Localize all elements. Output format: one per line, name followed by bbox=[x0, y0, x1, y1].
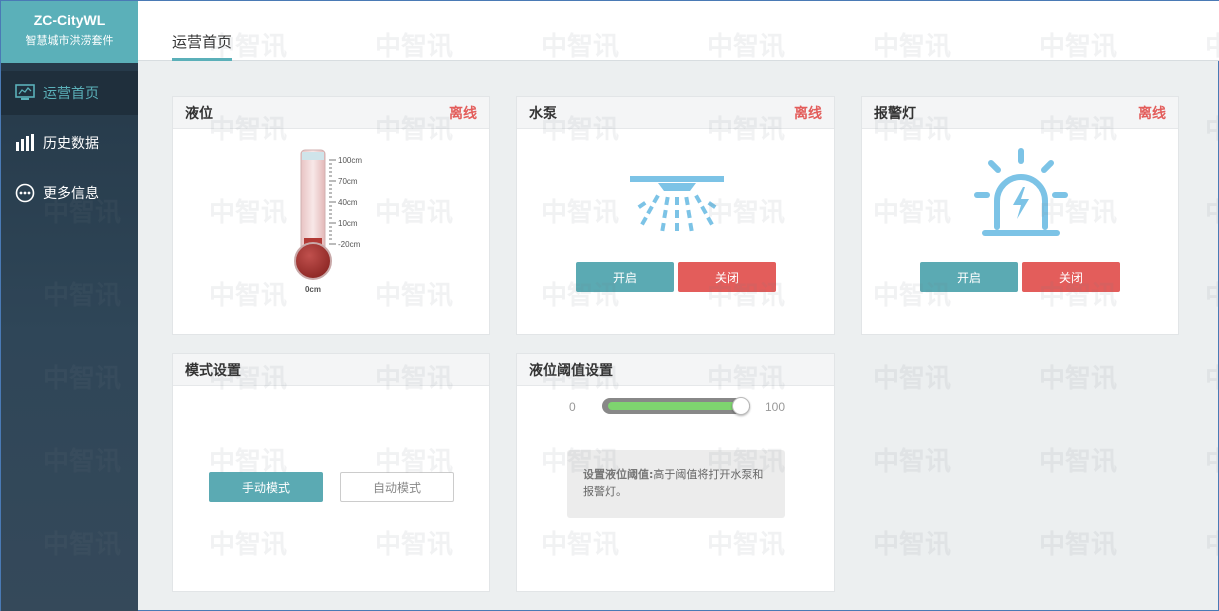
threshold-hint: 设置液位阈值:高于阈值将打开水泵和报警灯。 bbox=[567, 450, 785, 518]
pump-on-button[interactable]: 开启 bbox=[576, 262, 674, 292]
alarm-off-button[interactable]: 关闭 bbox=[1022, 262, 1120, 292]
manual-mode-button[interactable]: 手动模式 bbox=[209, 472, 323, 502]
status-badge: 离线 bbox=[449, 105, 477, 122]
watermark-text: 中智讯 bbox=[1205, 530, 1219, 560]
brand: ZC-CityWL 智慧城市洪涝套件 bbox=[1, 1, 138, 63]
brand-subtitle: 智慧城市洪涝套件 bbox=[25, 34, 114, 47]
sidebar-item-more[interactable]: 更多信息 bbox=[1, 171, 138, 215]
level-card: 液位 离线 100cm 70cm 40cm 10cm -20cm 0cm bbox=[172, 96, 490, 335]
mode-card: 模式设置 手动模式 自动模式 bbox=[172, 353, 490, 592]
pump-card: 水泵 离线 开启 关闭 bbox=[516, 96, 835, 335]
threshold-slider-fill bbox=[608, 402, 741, 410]
watermark-text: 中智讯 bbox=[1205, 447, 1219, 477]
sidebar-item-label: 历史数据 bbox=[43, 136, 99, 152]
pump-off-button[interactable]: 关闭 bbox=[678, 262, 776, 292]
brand-title: ZC-CityWL bbox=[33, 12, 106, 28]
slider-min-label: 0 bbox=[569, 400, 576, 414]
scale-label: -20cm bbox=[338, 240, 361, 249]
thermometer-gauge: 100cm 70cm 40cm 10cm -20cm 0cm bbox=[294, 149, 362, 294]
scale-label: 10cm bbox=[338, 219, 358, 228]
tab-home[interactable]: 运营首页 bbox=[172, 31, 233, 61]
sidebar-item-home[interactable]: 运营首页 bbox=[1, 71, 138, 115]
scale-label: 40cm bbox=[338, 198, 358, 207]
card-header: 模式设置 bbox=[173, 354, 489, 386]
level-reading: 0cm bbox=[305, 285, 321, 294]
sidebar: ZC-CityWL 智慧城市洪涝套件 运营首页 历史数据 更多信息 bbox=[1, 1, 138, 611]
watermark-text: 中智讯 bbox=[1205, 198, 1219, 228]
card-header: 报警灯 离线 bbox=[862, 97, 1178, 129]
card-title: 液位 bbox=[185, 105, 213, 122]
scale-label: 100cm bbox=[338, 156, 362, 165]
card-title: 液位阈值设置 bbox=[529, 362, 613, 379]
watermark-text: 中智讯 bbox=[1205, 115, 1219, 145]
scale-label: 70cm bbox=[338, 177, 358, 186]
status-badge: 离线 bbox=[794, 105, 822, 122]
hint-title: 设置液位阈值: bbox=[583, 468, 654, 481]
monitor-icon bbox=[15, 83, 35, 103]
watermark-text: 中智讯 bbox=[873, 364, 952, 394]
card-header: 液位 离线 bbox=[173, 97, 489, 129]
threshold-slider-handle[interactable] bbox=[732, 397, 750, 415]
sprinkler-icon bbox=[630, 176, 724, 232]
card-title: 水泵 bbox=[529, 105, 557, 122]
alarm-light-icon bbox=[974, 148, 1068, 236]
threshold-slider-track[interactable] bbox=[602, 397, 750, 415]
bar-chart-icon bbox=[15, 133, 35, 153]
watermark-text: 中智讯 bbox=[1039, 364, 1118, 394]
card-title: 报警灯 bbox=[874, 105, 916, 122]
card-title: 模式设置 bbox=[185, 362, 241, 379]
threshold-card: 液位阈值设置 0 100 设置液位阈值:高于阈值将打开水泵和报警灯。 bbox=[516, 353, 835, 592]
watermark-text: 中智讯 bbox=[873, 447, 952, 477]
auto-mode-button[interactable]: 自动模式 bbox=[340, 472, 454, 502]
alarm-card: 报警灯 离线 开启 关闭 bbox=[861, 96, 1179, 335]
alarm-on-button[interactable]: 开启 bbox=[920, 262, 1018, 292]
slider-max-label: 100 bbox=[765, 400, 786, 414]
sidebar-item-label: 运营首页 bbox=[43, 86, 99, 102]
sidebar-item-label: 更多信息 bbox=[43, 186, 99, 202]
card-header: 液位阈值设置 bbox=[517, 354, 834, 386]
watermark-text: 中智讯 bbox=[873, 530, 952, 560]
more-circle-icon bbox=[15, 183, 35, 203]
sidebar-item-history[interactable]: 历史数据 bbox=[1, 121, 138, 165]
watermark-text: 中智讯 bbox=[1205, 364, 1219, 394]
watermark-text: 中智讯 bbox=[1039, 447, 1118, 477]
header: 运营首页 bbox=[138, 1, 1219, 61]
watermark-text: 中智讯 bbox=[1205, 281, 1219, 311]
watermark-text: 中智讯 bbox=[1039, 530, 1118, 560]
status-badge: 离线 bbox=[1138, 105, 1166, 122]
card-header: 水泵 离线 bbox=[517, 97, 834, 129]
